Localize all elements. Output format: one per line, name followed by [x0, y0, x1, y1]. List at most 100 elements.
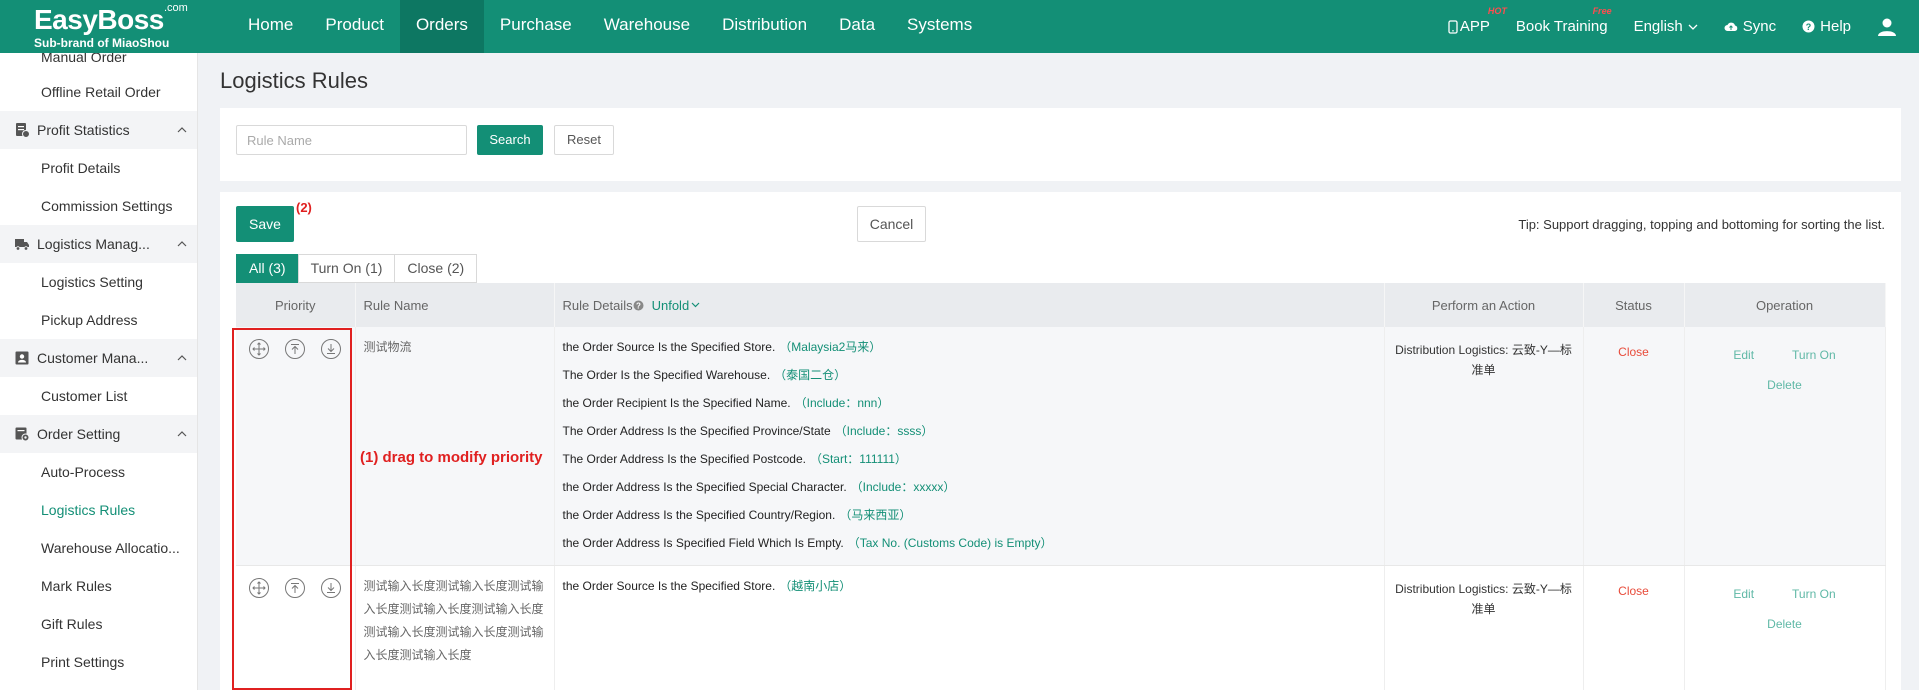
rule-name-cell: 测试输入长度测试输入长度测试输入长度测试输入长度测试输入长度测试输入长度测试输入…	[355, 565, 555, 690]
user-avatar[interactable]	[1877, 17, 1897, 37]
delete-link[interactable]: Delete	[1767, 614, 1802, 634]
condition-text: the Order Recipient Is the Specified Nam…	[562, 396, 791, 410]
turn-on-link[interactable]: Turn On	[1792, 348, 1836, 362]
table-row: 测试输入长度测试输入长度测试输入长度测试输入长度测试输入长度测试输入长度测试输入…	[236, 565, 1886, 690]
rule-condition: The Order Address Is the Specified Postc…	[563, 445, 1376, 473]
language-select[interactable]: English	[1634, 18, 1698, 35]
rule-name-input[interactable]	[236, 125, 467, 155]
sidebar-item-gift-rules[interactable]: Gift Rules	[0, 605, 197, 643]
nav-orders[interactable]: Orders	[399, 0, 484, 53]
rule-condition: The Order Address Is the Specified Provi…	[563, 417, 1376, 445]
sidebar-item-manual-order[interactable]: Manual Order	[0, 53, 197, 73]
sorting-tip: Tip: Support dragging, topping and botto…	[1518, 217, 1885, 232]
sidebar-group-customer-management[interactable]: Customer Mana...	[0, 339, 197, 377]
nav-home[interactable]: Home	[232, 0, 309, 53]
sidebar-group-order-setting[interactable]: Order Setting	[0, 415, 197, 453]
sidebar-group-label: Logistics Manag...	[37, 236, 150, 252]
order-setting-icon	[14, 426, 30, 442]
nav-data[interactable]: Data	[823, 0, 891, 53]
action-label: Distribution Logistics:	[1395, 343, 1509, 357]
rule-condition: the Order Recipient Is the Specified Nam…	[563, 389, 1376, 417]
tab-all[interactable]: All (3)	[236, 254, 299, 283]
action-cell: Distribution Logistics: 云致-Y—标准单	[1384, 327, 1584, 566]
rule-details-cell: the Order Source Is the Specified Store.…	[554, 327, 1385, 566]
rule-name: 测试物流	[363, 340, 412, 354]
page-title: Logistics Rules	[220, 68, 368, 93]
truck-icon	[14, 236, 30, 252]
rule-name-cell: 测试物流	[355, 327, 555, 566]
sidebar-item-print-settings[interactable]: Print Settings	[0, 643, 197, 681]
svg-text:?: ?	[1806, 22, 1812, 32]
edit-link[interactable]: Edit	[1733, 348, 1754, 362]
rule-condition: The Order Is the Specified Warehouse. （泰国…	[563, 361, 1376, 389]
drag-icon[interactable]	[248, 577, 270, 599]
priority-cell	[236, 565, 356, 690]
cancel-button[interactable]: Cancel	[857, 206, 926, 242]
move-to-bottom-icon[interactable]	[320, 338, 342, 360]
easyboss-logo[interactable]: EasyBoss .com Sub-brand of MiaoShou	[28, 2, 188, 52]
condition-value: （越南小店）	[779, 579, 852, 593]
header-rule-details: Rule Details? Unfold	[554, 283, 1385, 327]
svg-text:?: ?	[636, 301, 641, 310]
sidebar-item-warehouse-allocation[interactable]: Warehouse Allocatio...	[0, 529, 197, 567]
status-cell: Close	[1583, 565, 1685, 690]
drag-icon[interactable]	[248, 338, 270, 360]
sidebar-group-logistics-management[interactable]: Logistics Manag...	[0, 225, 197, 263]
book-training-link[interactable]: Book Training Free	[1515, 6, 1612, 35]
search-button[interactable]: Search	[477, 125, 543, 155]
table-header-row: Priority Rule Name Rule Details? Unfold P…	[236, 283, 1886, 327]
condition-text: The Order Address Is the Specified Postc…	[562, 452, 806, 466]
tab-turn-on[interactable]: Turn On (1)	[297, 254, 396, 283]
top-navbar: EasyBoss .com Sub-brand of MiaoShou Home…	[0, 0, 1919, 53]
turn-on-link[interactable]: Turn On	[1792, 587, 1836, 601]
sync-button[interactable]: Sync	[1724, 18, 1776, 35]
sidebar-item-profit-details[interactable]: Profit Details	[0, 149, 197, 187]
help-label: Help	[1820, 18, 1851, 35]
profit-icon	[14, 122, 30, 138]
rule-condition: the Order Address Is the Specified Count…	[563, 501, 1376, 529]
reset-button[interactable]: Reset	[554, 125, 614, 155]
move-to-top-icon[interactable]	[284, 577, 306, 599]
rule-condition: the Order Source Is the Specified Store.…	[563, 572, 1376, 600]
app-label: APP	[1459, 18, 1490, 35]
customer-icon	[14, 350, 30, 366]
sidebar-item-offline-retail-order[interactable]: Offline Retail Order	[0, 73, 197, 111]
phone-icon	[1448, 19, 1458, 34]
condition-value: （Malaysia2马来）	[779, 340, 882, 354]
nav-purchase[interactable]: Purchase	[484, 0, 588, 53]
hot-badge: HOT	[1487, 6, 1507, 16]
app-link[interactable]: APP HOT	[1448, 6, 1507, 35]
nav-distribution[interactable]: Distribution	[706, 0, 823, 53]
sidebar-item-logistics-rules[interactable]: Logistics Rules	[0, 491, 197, 529]
sidebar-item-pickup-address[interactable]: Pickup Address	[0, 301, 197, 339]
move-to-top-icon[interactable]	[284, 338, 306, 360]
nav-product[interactable]: Product	[309, 0, 400, 53]
sidebar-item-auto-process[interactable]: Auto-Process	[0, 453, 197, 491]
action-cell: Distribution Logistics: 云致-Y—标准单	[1384, 565, 1584, 690]
nav-warehouse[interactable]: Warehouse	[588, 0, 706, 53]
training-label: Book Training	[1515, 18, 1608, 35]
sidebar-item-commission-settings[interactable]: Commission Settings	[0, 187, 197, 225]
save-button[interactable]: Save	[236, 206, 294, 242]
action-text: Distribution Logistics: 云致-Y—标准单	[1393, 574, 1575, 619]
nav-systems[interactable]: Systems	[891, 0, 988, 53]
move-to-bottom-icon[interactable]	[320, 577, 342, 599]
help-link[interactable]: ? Help	[1802, 18, 1851, 35]
delete-link[interactable]: Delete	[1767, 375, 1802, 395]
sidebar-item-logistics-setting[interactable]: Logistics Setting	[0, 263, 197, 301]
rule-details-cell: the Order Source Is the Specified Store.…	[554, 565, 1385, 690]
main-nav: Home Product Orders Purchase Warehouse D…	[232, 0, 988, 53]
tab-close[interactable]: Close (2)	[394, 254, 478, 283]
header-operation: Operation	[1684, 283, 1886, 327]
sidebar-item-mark-rules[interactable]: Mark Rules	[0, 567, 197, 605]
brand-suffix: .com	[164, 2, 188, 14]
chevron-down-icon	[691, 302, 700, 308]
sidebar-item-customer-list[interactable]: Customer List	[0, 377, 197, 415]
sidebar-group-profit-statistics[interactable]: Profit Statistics	[0, 111, 197, 149]
rule-condition: the Order Address Is the Specified Speci…	[563, 473, 1376, 501]
unfold-label: Unfold	[651, 297, 690, 313]
language-label: English	[1633, 18, 1683, 35]
unfold-toggle[interactable]: Unfold	[652, 298, 701, 313]
edit-link[interactable]: Edit	[1733, 587, 1754, 601]
table-row: 测试物流 the Order Source Is the Specified S…	[236, 327, 1886, 566]
